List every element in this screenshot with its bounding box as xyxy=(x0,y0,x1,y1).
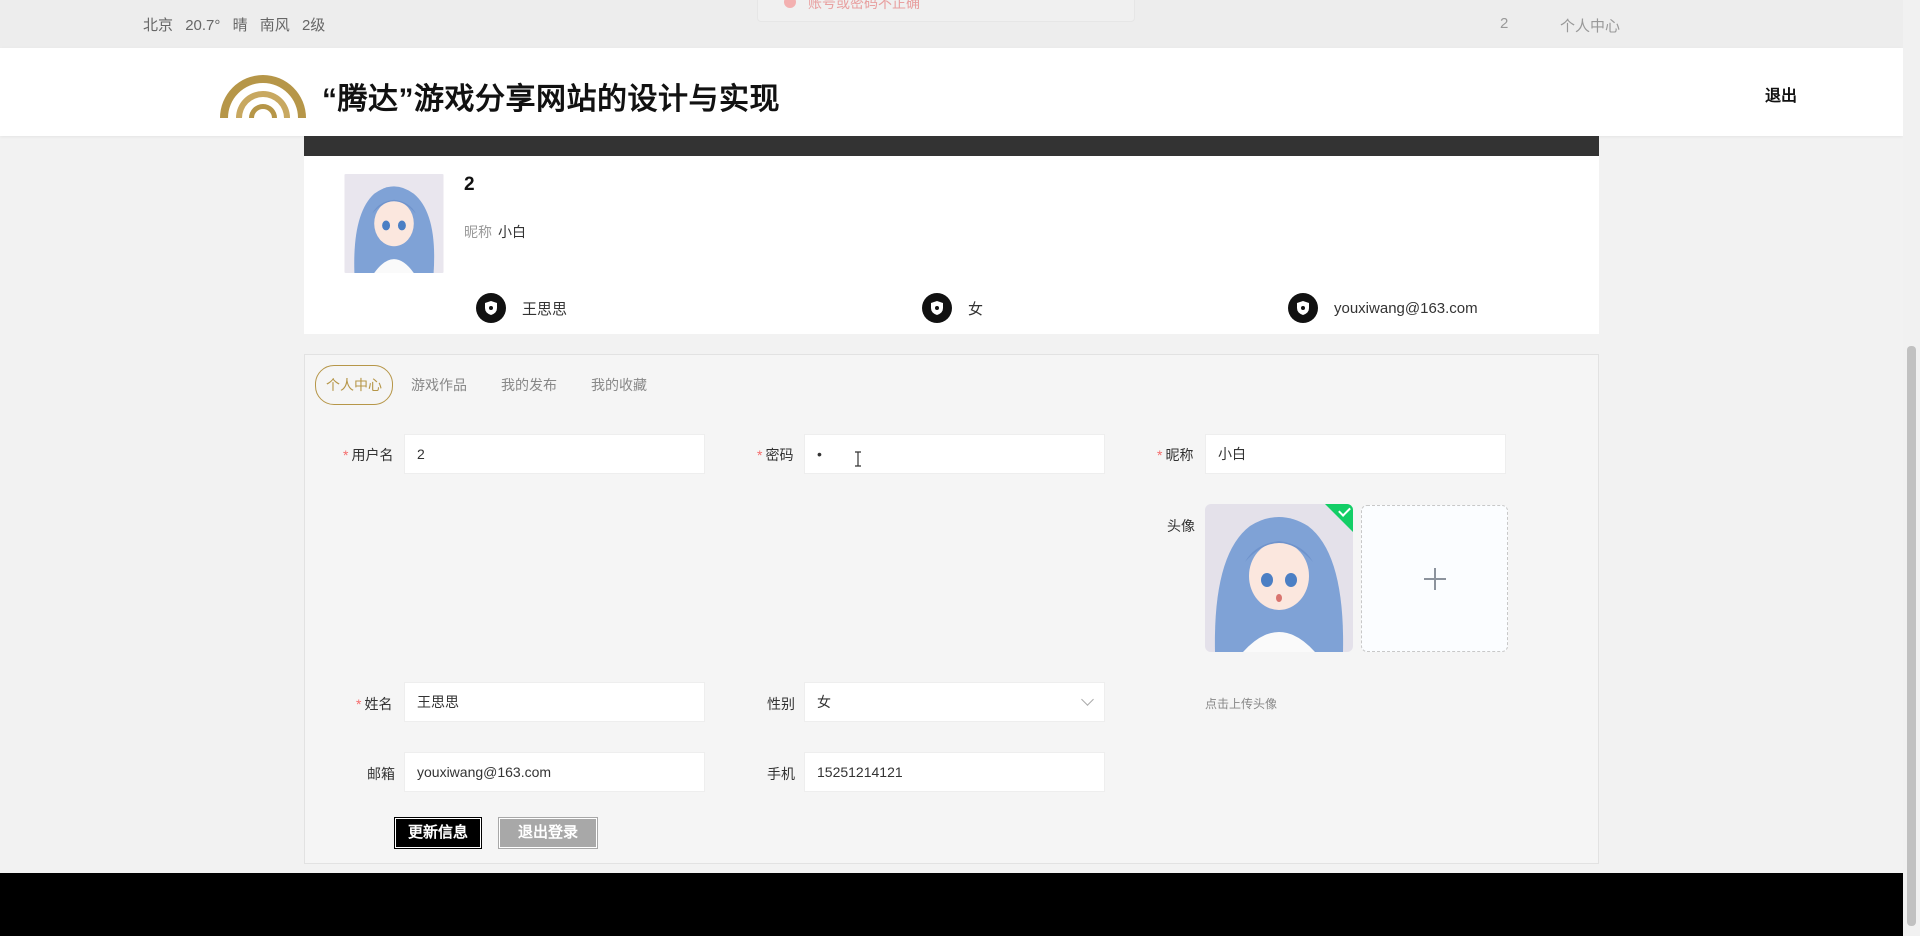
tab-my-posts[interactable]: 我的发布 xyxy=(485,366,573,404)
profile-realname: 王思思 xyxy=(522,300,568,318)
weather-condition: 晴 xyxy=(232,17,248,34)
error-toast: 账号或密码不正确 xyxy=(757,0,1135,22)
profile-email: youxiwang@163.com xyxy=(1334,299,1478,317)
top-bar: 北京 20.7° 晴 南风 2级 账号或密码不正确 2 个人中心 xyxy=(0,0,1903,48)
weather-city: 北京 xyxy=(143,17,174,34)
error-icon xyxy=(784,0,796,8)
weather-info: 北京 20.7° 晴 南风 2级 xyxy=(143,14,333,35)
tab-bar: 个人中心 游戏作品 我的发布 我的收藏 xyxy=(315,365,665,405)
name-input[interactable]: 王思思 xyxy=(404,682,705,722)
phone-input[interactable]: 15251214121 xyxy=(804,752,1105,792)
text-cursor-icon xyxy=(855,451,861,467)
nickname-label: * 昵称 xyxy=(1157,447,1194,463)
site-title[interactable]: “腾达”游戏分享网站的设计与实现 xyxy=(322,74,780,118)
email-input[interactable]: youxiwang@163.com xyxy=(404,752,705,792)
weather-wind: 南风 xyxy=(259,17,290,34)
site-logo-icon[interactable] xyxy=(218,64,308,118)
profile-banner xyxy=(304,136,1599,156)
shield-icon xyxy=(922,293,952,323)
weather-level: 2级 xyxy=(301,17,326,34)
username-input[interactable]: 2 xyxy=(404,434,705,474)
shield-icon xyxy=(1288,293,1318,323)
email-label: 邮箱 xyxy=(367,766,395,782)
phone-label: 手机 xyxy=(767,766,795,782)
profile-nickname-label: 昵称 xyxy=(464,224,492,240)
shield-icon xyxy=(476,293,506,323)
personal-center-link[interactable]: 个人中心 xyxy=(1560,15,1620,36)
profile-gender-row: 女 xyxy=(922,292,983,324)
scrollbar-thumb[interactable] xyxy=(1907,346,1916,926)
toast-message: 账号或密码不正确 xyxy=(808,0,920,11)
page-scrollbar[interactable] xyxy=(1903,0,1920,936)
profile-gender: 女 xyxy=(968,300,984,318)
avatar-label: 头像 xyxy=(1167,518,1195,534)
nickname-input[interactable]: 小白 xyxy=(1205,434,1506,474)
username-label: * 用户名 xyxy=(343,447,394,463)
profile-card: 2 昵称 小白 王思思 女 youxiwang@163.com xyxy=(304,156,1599,334)
upload-tip: 点击上传头像 xyxy=(1205,697,1278,711)
tab-game-works[interactable]: 游戏作品 xyxy=(395,366,483,404)
site-header: “腾达”游戏分享网站的设计与实现 退出 xyxy=(0,48,1903,136)
weather-temp: 20.7° xyxy=(185,17,221,34)
gender-label: 性别 xyxy=(767,696,795,712)
uploaded-avatar[interactable] xyxy=(1205,504,1353,652)
header-logout-link[interactable]: 退出 xyxy=(1765,82,1797,106)
page-footer xyxy=(0,873,1903,936)
logout-button[interactable]: 退出登录 xyxy=(498,817,598,849)
profile-nickname: 小白 xyxy=(498,224,526,240)
tab-my-favorites[interactable]: 我的收藏 xyxy=(575,366,663,404)
top-username[interactable]: 2 xyxy=(1500,15,1508,32)
avatar xyxy=(344,174,444,273)
password-input[interactable]: • xyxy=(804,434,1105,474)
profile-name-row: 王思思 xyxy=(476,292,567,324)
avatar-upload-button[interactable] xyxy=(1361,505,1508,652)
name-label: * 姓名 xyxy=(356,696,393,712)
gender-select-value: 女 xyxy=(817,694,831,710)
profile-email-row: youxiwang@163.com xyxy=(1288,292,1478,324)
tab-personal-center[interactable]: 个人中心 xyxy=(315,365,393,405)
chevron-down-icon xyxy=(1081,693,1094,706)
profile-username: 2 xyxy=(464,174,475,195)
password-label: * 密码 xyxy=(757,447,794,463)
update-info-button[interactable]: 更新信息 xyxy=(394,817,482,849)
gender-select[interactable]: 女 xyxy=(804,682,1105,722)
